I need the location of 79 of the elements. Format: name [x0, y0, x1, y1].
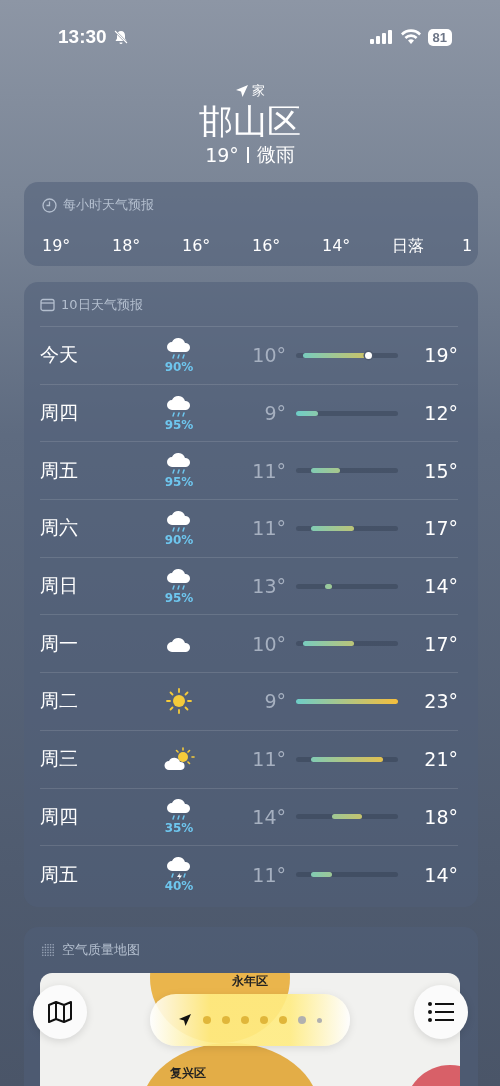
high-temperature: 15° [423, 459, 458, 482]
card-title: 空气质量地图 [62, 940, 140, 959]
high-temperature: 12° [423, 402, 458, 425]
page-dot[interactable] [203, 1016, 211, 1024]
cloud-rain-icon [165, 394, 193, 419]
signal-icon [369, 30, 394, 44]
sun-icon [166, 688, 192, 715]
high-temperature: 21° [423, 748, 458, 771]
precipitation-chance: 90% [164, 360, 194, 374]
cloud-rain-icon [165, 336, 193, 361]
location-arrow-icon[interactable] [178, 1013, 192, 1027]
hourly-temperature: 14° [322, 236, 352, 257]
card-title: 10日天气预报 [61, 296, 143, 314]
page-dot[interactable] [260, 1016, 268, 1024]
day-label: 周日 [40, 573, 79, 599]
low-temperature: 14° [251, 805, 286, 828]
precipitation-chance: 90% [164, 533, 194, 547]
precipitation-chance: 35% [164, 822, 194, 836]
high-temperature: 17° [423, 517, 458, 540]
day-label: 周四 [40, 803, 79, 829]
day-label: 周四 [40, 400, 79, 426]
low-temperature: 11° [251, 517, 286, 540]
cloud-rain-icon [165, 798, 193, 823]
high-temperature: 18° [423, 805, 458, 828]
high-temperature: 14° [423, 575, 458, 598]
cloud-rain-icon [165, 452, 193, 477]
calendar-icon [40, 298, 55, 312]
place-label: 家 [252, 82, 265, 100]
sun-behind-cloud-icon [163, 747, 195, 772]
cloud-rain-icon [165, 509, 193, 534]
page-dot[interactable] [298, 1016, 306, 1024]
low-temperature: 9° [263, 402, 286, 425]
hourly-temperature: 1 [462, 236, 473, 257]
low-temperature: 10° [251, 632, 286, 655]
page-dot[interactable] [222, 1016, 230, 1024]
page-dot[interactable] [241, 1016, 249, 1024]
wifi-icon [399, 29, 422, 45]
low-temperature: 11° [251, 748, 286, 771]
map-label: 复兴区 [170, 1064, 206, 1082]
card-title: 每小时天气预报 [63, 196, 154, 214]
hourly-temperature: 16° [252, 236, 282, 257]
list-icon [428, 1002, 454, 1022]
precipitation-chance: 95% [164, 591, 194, 605]
hourly-temperature: 日落 [392, 236, 425, 257]
map-label: 永年区 [232, 972, 268, 990]
high-temperature: 19° [423, 344, 458, 367]
map-icon [47, 1000, 73, 1024]
page-dot[interactable] [317, 1017, 322, 1023]
location-arrow-icon [235, 84, 249, 98]
city-name: 邯山区 [199, 100, 301, 142]
day-label: 今天 [40, 342, 79, 368]
hourly-temperature: 16° [182, 236, 212, 257]
hourly-temperature: 19° [42, 236, 72, 257]
day-label: 周一 [40, 630, 79, 656]
low-temperature: 9° [263, 690, 286, 713]
low-temperature: 13° [251, 575, 286, 598]
hourly-temperature: 18° [112, 236, 142, 257]
clock-icon [42, 197, 57, 213]
cloud-rain-icon [165, 856, 193, 881]
page-dot[interactable] [279, 1016, 287, 1024]
day-label: 周六 [40, 515, 79, 541]
low-temperature: 10° [251, 344, 286, 367]
high-temperature: 14° [423, 863, 458, 886]
day-label: 周五 [40, 457, 79, 483]
low-temperature: 11° [251, 459, 286, 482]
high-temperature: 23° [423, 690, 458, 713]
status-time: 13:30 [58, 26, 107, 48]
low-temperature: 11° [251, 863, 286, 886]
weather-condition: 微雨 [256, 142, 295, 167]
precipitation-chance: 95% [164, 418, 194, 432]
cloud-rain-icon [165, 567, 193, 592]
precipitation-chance: 95% [164, 476, 194, 490]
precipitation-chance: 40% [164, 880, 194, 894]
high-temperature: 17° [423, 632, 458, 655]
day-label: 周二 [40, 688, 79, 714]
day-label: 周三 [40, 746, 79, 772]
day-label: 周五 [40, 861, 79, 887]
current-temperature: 19° [205, 144, 239, 166]
battery-indicator: 81 [427, 28, 452, 46]
